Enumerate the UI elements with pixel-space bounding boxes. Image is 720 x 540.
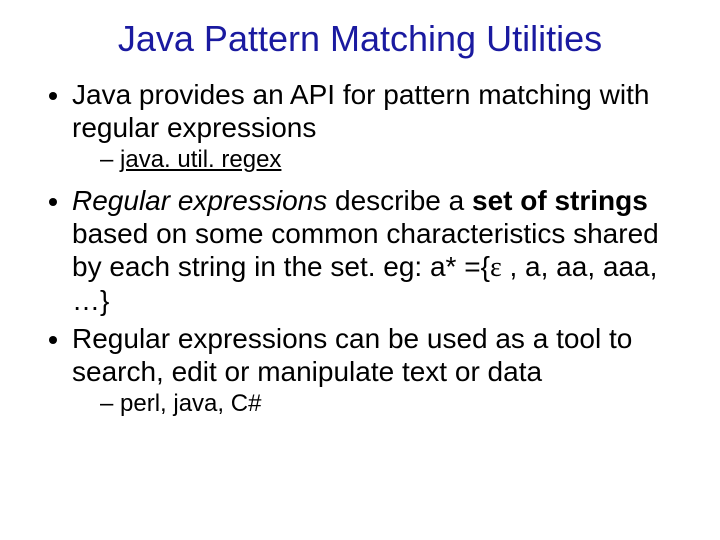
slide-title: Java Pattern Matching Utilities: [30, 18, 690, 60]
bullet-3-text: Regular expressions can be used as a too…: [72, 323, 632, 387]
bullet-1-sub: java. util. regex: [100, 146, 690, 174]
bullet-2: Regular expressions describe a set of st…: [72, 184, 690, 317]
bullet-2-italic: Regular expressions: [72, 185, 327, 216]
epsilon-symbol: ɛ: [490, 252, 502, 283]
bullet-3-sub: perl, java, C#: [100, 390, 690, 418]
bullet-3: Regular expressions can be used as a too…: [72, 322, 690, 418]
bullet-2-mid: describe a: [327, 185, 472, 216]
bullet-1-text: Java provides an API for pattern matchin…: [72, 79, 649, 143]
bullet-1-sublist: java. util. regex: [72, 146, 690, 174]
slide: Java Pattern Matching Utilities Java pro…: [0, 0, 720, 540]
regex-package-link: java. util. regex: [120, 146, 281, 173]
bullet-3-sublist: perl, java, C#: [72, 390, 690, 418]
bullet-list: Java provides an API for pattern matchin…: [30, 78, 690, 418]
bullet-3-sub-text: perl, java, C#: [120, 390, 261, 417]
bullet-2-bold: set of strings: [472, 185, 648, 216]
bullet-1: Java provides an API for pattern matchin…: [72, 78, 690, 174]
